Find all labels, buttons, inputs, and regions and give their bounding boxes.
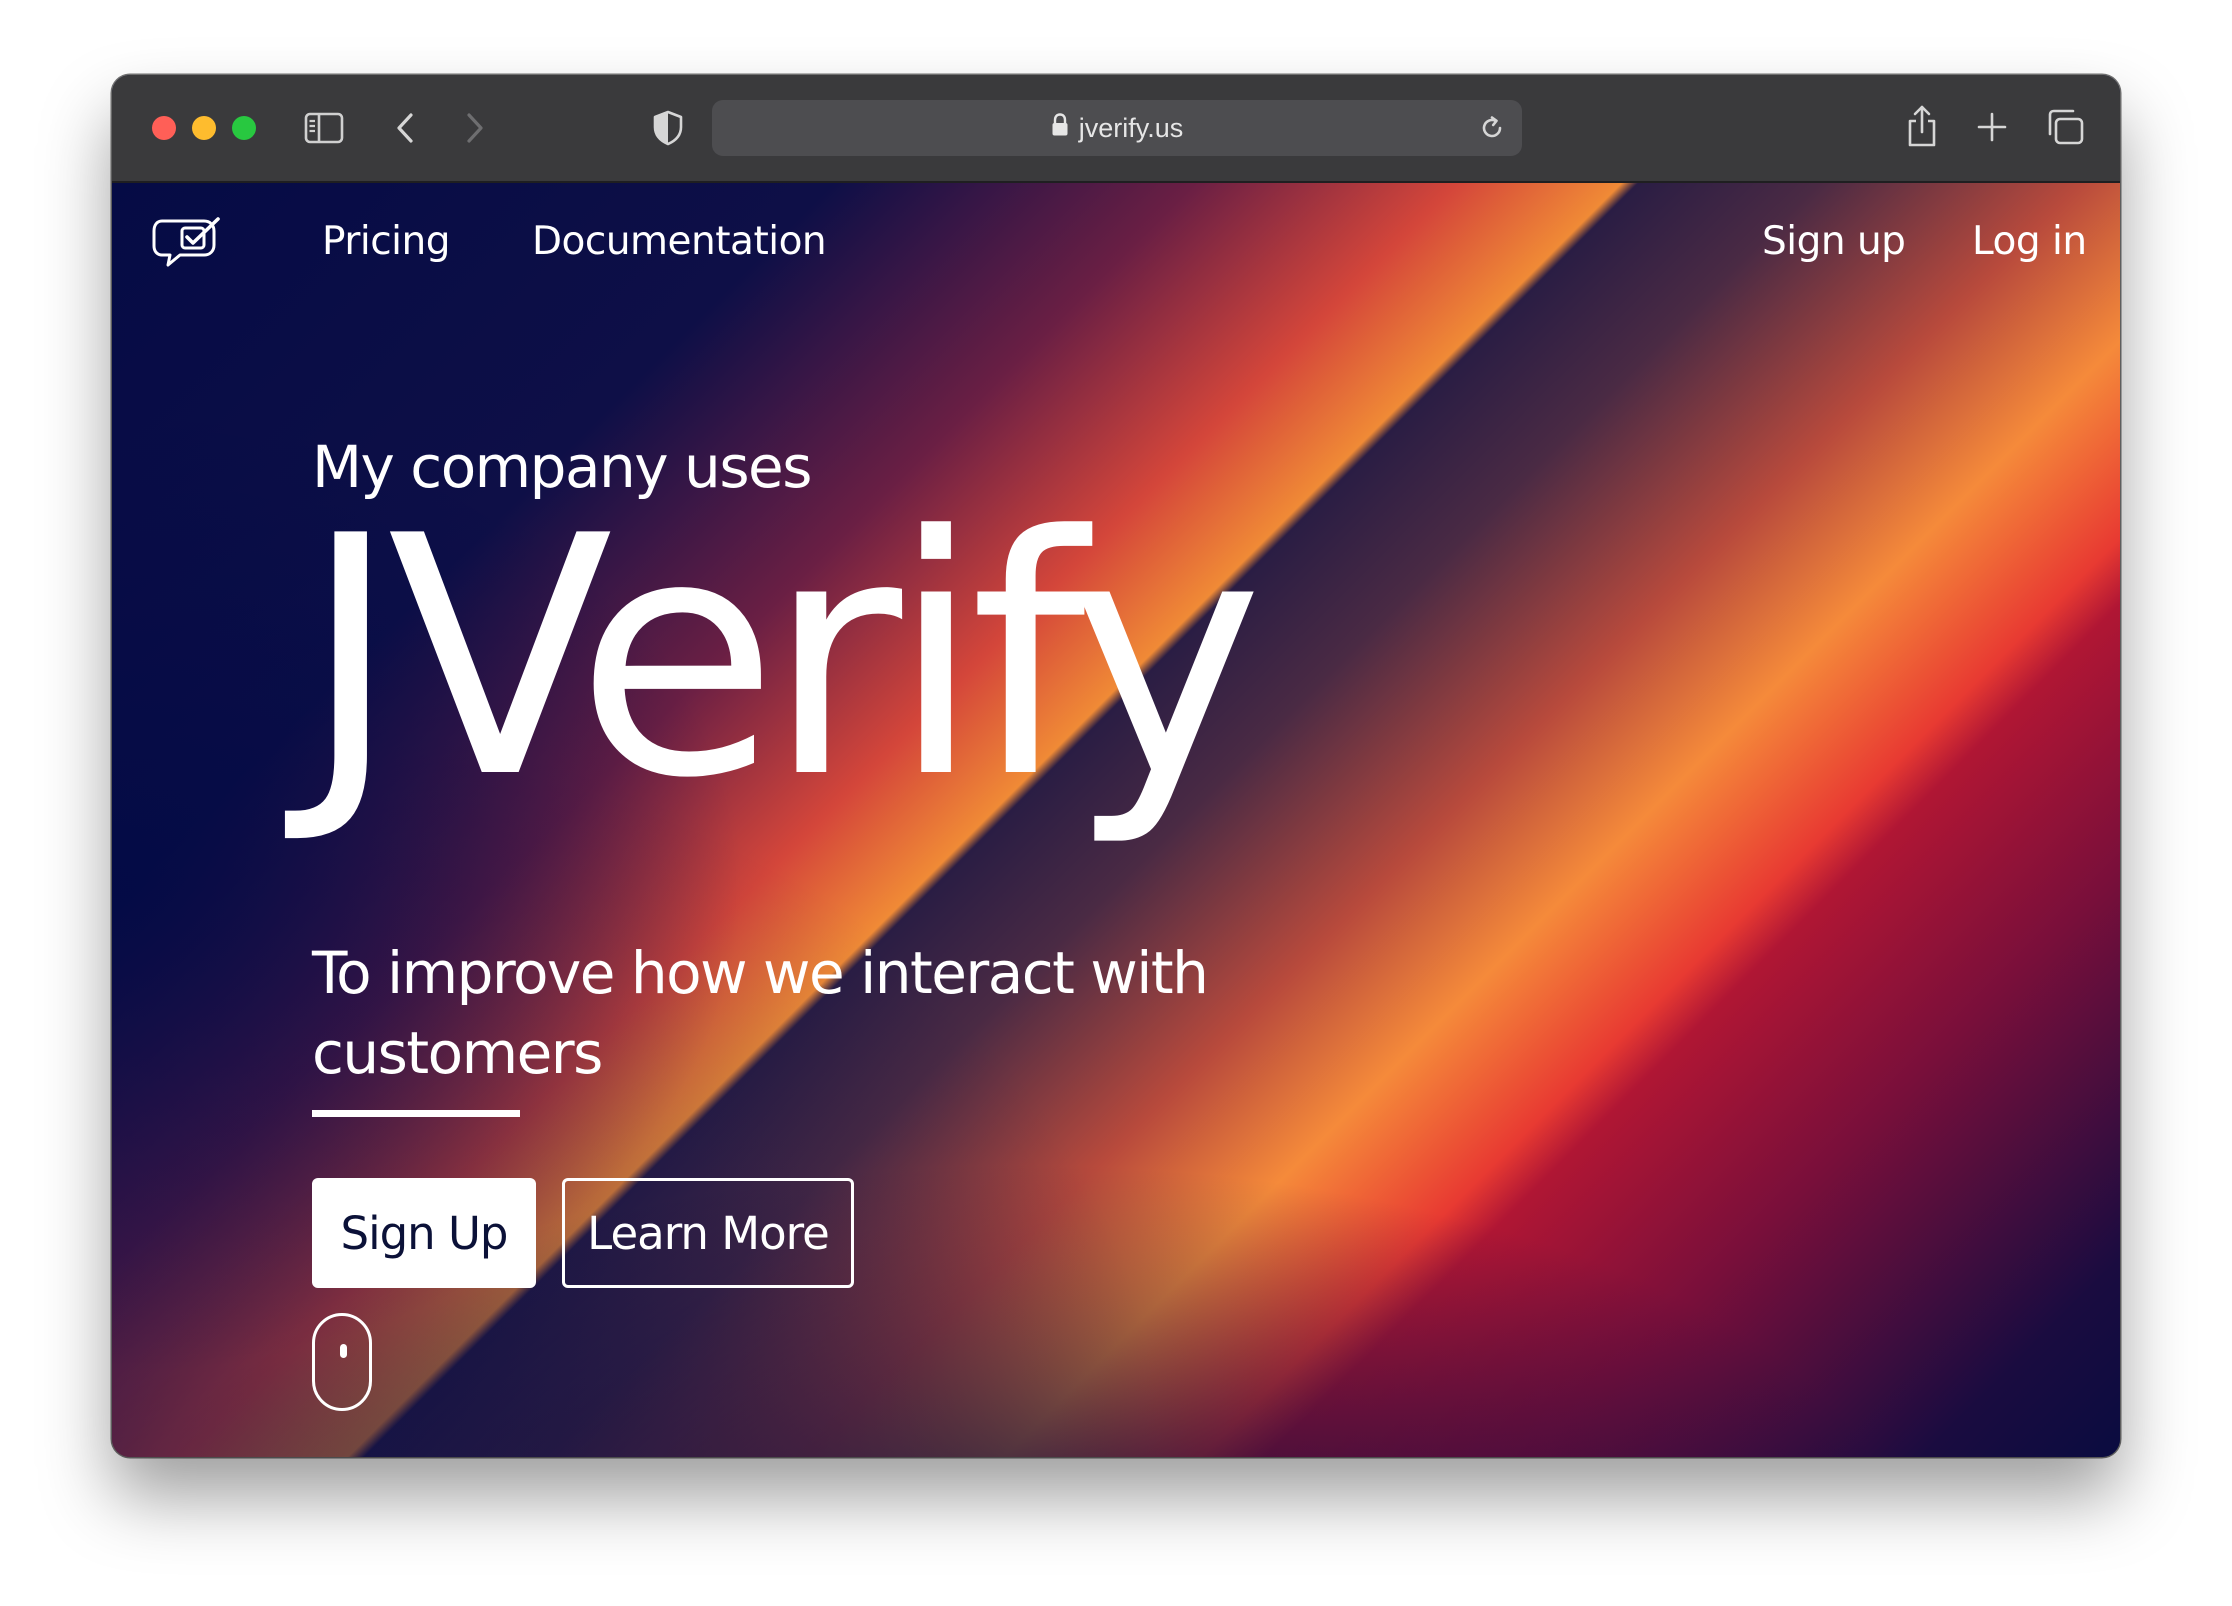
plus-icon[interactable] bbox=[1974, 109, 2010, 145]
browser-window: jverify.us Pricing Documentation Sign up… bbox=[112, 75, 2120, 1457]
hero-section: Pricing Documentation Sign up Log in My … bbox=[112, 183, 2120, 1457]
nav-log-in-link[interactable]: Log in bbox=[1972, 219, 2087, 264]
hero-underline bbox=[312, 1110, 520, 1117]
minimize-window-button[interactable] bbox=[192, 116, 216, 140]
close-window-button[interactable] bbox=[152, 116, 176, 140]
address-bar[interactable]: jverify.us bbox=[712, 100, 1522, 156]
sidebar-icon[interactable] bbox=[302, 110, 346, 146]
reload-icon[interactable] bbox=[1476, 112, 1508, 144]
hero-subtitle: To improve how we interact with customer… bbox=[312, 939, 1209, 1087]
mouse-wheel bbox=[340, 1344, 347, 1358]
chevron-left-icon[interactable] bbox=[387, 109, 423, 147]
sign-up-button[interactable]: Sign Up bbox=[312, 1178, 536, 1288]
browser-toolbar: jverify.us bbox=[112, 75, 2120, 183]
nav-sign-up-link[interactable]: Sign up bbox=[1762, 219, 1906, 264]
maximize-window-button[interactable] bbox=[232, 116, 256, 140]
lock-icon bbox=[1051, 112, 1069, 144]
mouse-scroll-icon[interactable] bbox=[312, 1313, 372, 1411]
hero-title: JVerify bbox=[302, 466, 1264, 850]
url-text: jverify.us bbox=[1078, 112, 1184, 143]
speech-bubble-check-icon[interactable] bbox=[152, 213, 224, 271]
tab-overview-icon[interactable] bbox=[2044, 107, 2086, 147]
share-icon[interactable] bbox=[1902, 103, 1942, 149]
learn-more-button[interactable]: Learn More bbox=[562, 1178, 854, 1288]
nav-link-documentation[interactable]: Documentation bbox=[532, 219, 827, 264]
nav-link-pricing[interactable]: Pricing bbox=[322, 219, 450, 264]
shield-icon[interactable] bbox=[648, 108, 688, 148]
chevron-right-icon[interactable] bbox=[457, 109, 493, 147]
